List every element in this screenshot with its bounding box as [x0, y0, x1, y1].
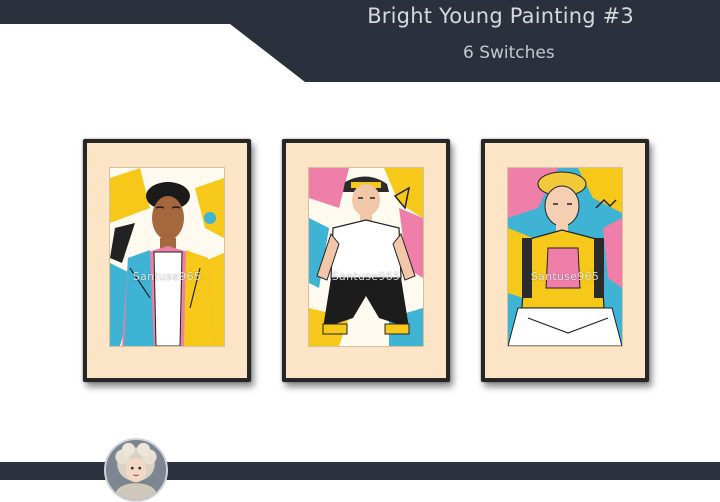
- painting-frame-1: Santuse965: [83, 139, 251, 382]
- painting-mat: Santuse965: [286, 143, 446, 378]
- doll-portrait-icon: [106, 440, 166, 500]
- painting-artwork-2: Santuse965: [308, 167, 424, 347]
- watermark: Santuse965: [331, 270, 401, 283]
- painting-frame-2: Santuse965: [282, 139, 450, 382]
- watermark: Santuse965: [530, 270, 600, 283]
- creator-avatar: [104, 438, 168, 502]
- painting-artwork-1: Santuse965: [109, 167, 225, 347]
- portrait-illustration: [309, 168, 423, 346]
- page-title: Bright Young Painting #3: [367, 4, 634, 28]
- painting-mat: Santuse965: [87, 143, 247, 378]
- watermark: Santuse965: [132, 270, 202, 283]
- painting-frame-3: Santuse965: [481, 139, 649, 382]
- portrait-illustration: [110, 168, 224, 346]
- page-subtitle: 6 Switches: [463, 43, 555, 63]
- title-banner: Bright Young Painting #3 6 Switches: [0, 0, 720, 82]
- painting-artwork-3: Santuse965: [507, 167, 623, 347]
- painting-mat: Santuse965: [485, 143, 645, 378]
- portrait-illustration: [508, 168, 622, 346]
